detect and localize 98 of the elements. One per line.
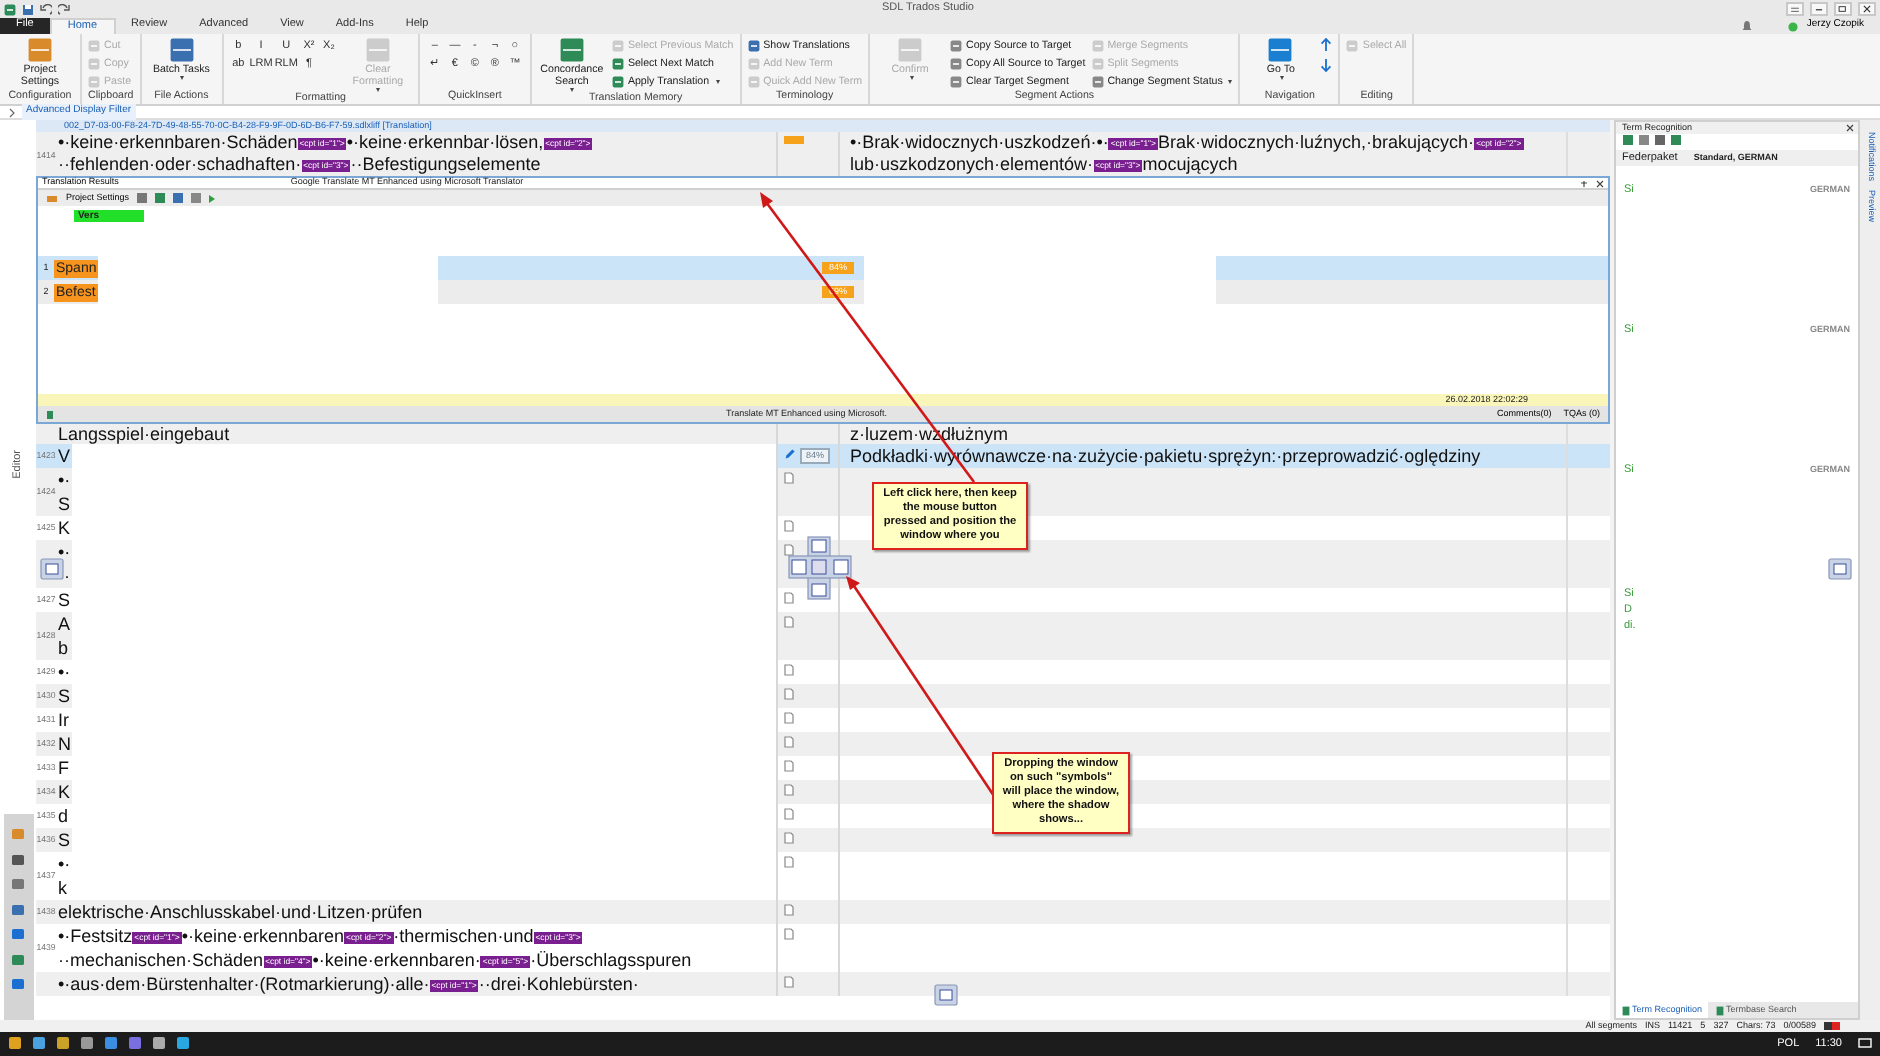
previous-button[interactable] (1320, 38, 1333, 57)
segment-text: ·thermischen·und (393, 926, 534, 946)
segment-text: N (58, 732, 71, 756)
tile-icon (950, 76, 962, 88)
segment-text: Ir (58, 708, 69, 732)
taskbar-app[interactable] (56, 1035, 70, 1053)
segment-text: mocujących (1142, 154, 1238, 174)
segment-text: ··Befestigungselemente (350, 154, 541, 174)
tile-icon (88, 40, 100, 52)
segment-text: ··mechanischen·Schäden (58, 950, 264, 970)
undo-icon (40, 3, 52, 15)
minimize-button[interactable] (1810, 2, 1828, 16)
tile-icon (1346, 40, 1359, 52)
segment-text: •·Festsitz (58, 926, 133, 946)
segment-text: ·Überschlagsspuren (530, 950, 692, 970)
pin-icon (1580, 179, 1588, 187)
next-button[interactable] (1320, 58, 1333, 77)
segment-text: •·keine·erkennbaren·Schäden (58, 132, 298, 152)
termbase-icon (1622, 1005, 1630, 1015)
tile-icon (950, 40, 962, 52)
navigation-button[interactable] (10, 851, 26, 871)
tile-icon (611, 58, 624, 70)
tile-icon (950, 58, 962, 70)
taskbar-app[interactable] (104, 1035, 118, 1053)
segment-text: lub·uszkodzonych·elementów· (850, 154, 1094, 174)
restore-button[interactable] (1834, 2, 1852, 16)
play-icon (207, 193, 216, 203)
dock-guide-icon (1828, 558, 1852, 580)
toolbar-button[interactable] (153, 191, 166, 205)
close-button[interactable] (1858, 2, 1876, 16)
tile-icon (747, 76, 760, 88)
segment-text: ··fehlenden·oder·schadhaften· (58, 154, 302, 174)
toolbar-button[interactable] (171, 191, 184, 205)
flag-icon (1824, 1022, 1840, 1030)
taskbar-app[interactable] (176, 1035, 190, 1053)
tile-icon (4, 3, 16, 15)
segment-text: S (58, 588, 71, 612)
toolbar-button[interactable] (1622, 133, 1634, 151)
segment-text: ··drei·Kohlebürsten· (478, 974, 639, 994)
toolbar-button[interactable] (1638, 133, 1650, 151)
close-icon (1860, 2, 1874, 16)
toolbar-button[interactable] (1670, 133, 1682, 151)
segment-text: Langsspiel·eingebaut (58, 424, 230, 444)
segment-text: •· (58, 540, 71, 564)
segment-text: •·keine·erkennbaren (181, 926, 345, 946)
segment-text: •· (58, 660, 71, 684)
restore-icon (1836, 2, 1850, 16)
redo-icon (58, 3, 70, 15)
segment-text: •· (58, 852, 71, 876)
toolbar-button[interactable] (1654, 133, 1666, 151)
tm-icon (46, 409, 54, 419)
status-dot-icon (1788, 21, 1799, 31)
segment-text: A (58, 612, 71, 636)
close-icon (1596, 179, 1604, 187)
segment-text: K (58, 516, 71, 540)
tile-icon (747, 40, 760, 52)
tile-icon (1091, 58, 1104, 70)
tile-icon (611, 76, 624, 88)
status-flag-icon (784, 136, 804, 144)
notification-icon (1858, 1038, 1872, 1050)
taskbar-app[interactable] (152, 1035, 166, 1053)
save-icon (22, 3, 34, 15)
taskbar-app[interactable] (32, 1035, 46, 1053)
expand-icon (8, 107, 16, 117)
tile-icon (611, 40, 624, 52)
segment-text: V (58, 444, 71, 468)
tile-icon (88, 58, 100, 70)
taskbar-app[interactable] (8, 1035, 22, 1053)
segment-text: •·keine·erkennbaren· (312, 950, 481, 970)
close-icon (1846, 124, 1854, 132)
navigation-button[interactable] (10, 951, 26, 971)
toolbar-button[interactable] (135, 191, 148, 205)
segment-text: •·keine·erkennbar·lösen, (346, 132, 544, 152)
taskbar-app[interactable] (128, 1035, 142, 1053)
segment-text: S (58, 492, 71, 516)
toolbar-button[interactable] (189, 191, 202, 205)
navigation-button[interactable] (10, 901, 26, 921)
taskbar-app[interactable] (80, 1035, 94, 1053)
bell-icon (1742, 20, 1753, 32)
segment-text: d (58, 804, 69, 828)
segment-text: b (58, 636, 69, 660)
segment-text: k (58, 876, 67, 900)
segment-text: Brak·widocznych·luźnych,·brakujących· (1158, 132, 1475, 152)
segment-text: •·aus·dem·Bürstenhalter·(Rotmarkierung)·alle· (58, 974, 430, 994)
segment-text: K (58, 780, 71, 804)
segment-text: •· (58, 468, 71, 492)
termbase-icon (1716, 1005, 1725, 1015)
segment-text: •·Brak·widocznych·uszkodzeń·•· (850, 132, 1109, 152)
tile-icon (88, 76, 100, 88)
tile-icon (1091, 40, 1104, 52)
segment-text: F (58, 756, 69, 780)
segment-text: S (58, 684, 71, 708)
segment-text: elektrische·Anschlusskabel·und·Litzen·prüfen (58, 902, 423, 922)
segment-text: S (58, 828, 71, 852)
dock-guide-icon (40, 558, 64, 580)
tile-icon (747, 58, 760, 70)
dock-guide-icon (934, 984, 958, 1006)
tile-icon (1091, 76, 1104, 88)
